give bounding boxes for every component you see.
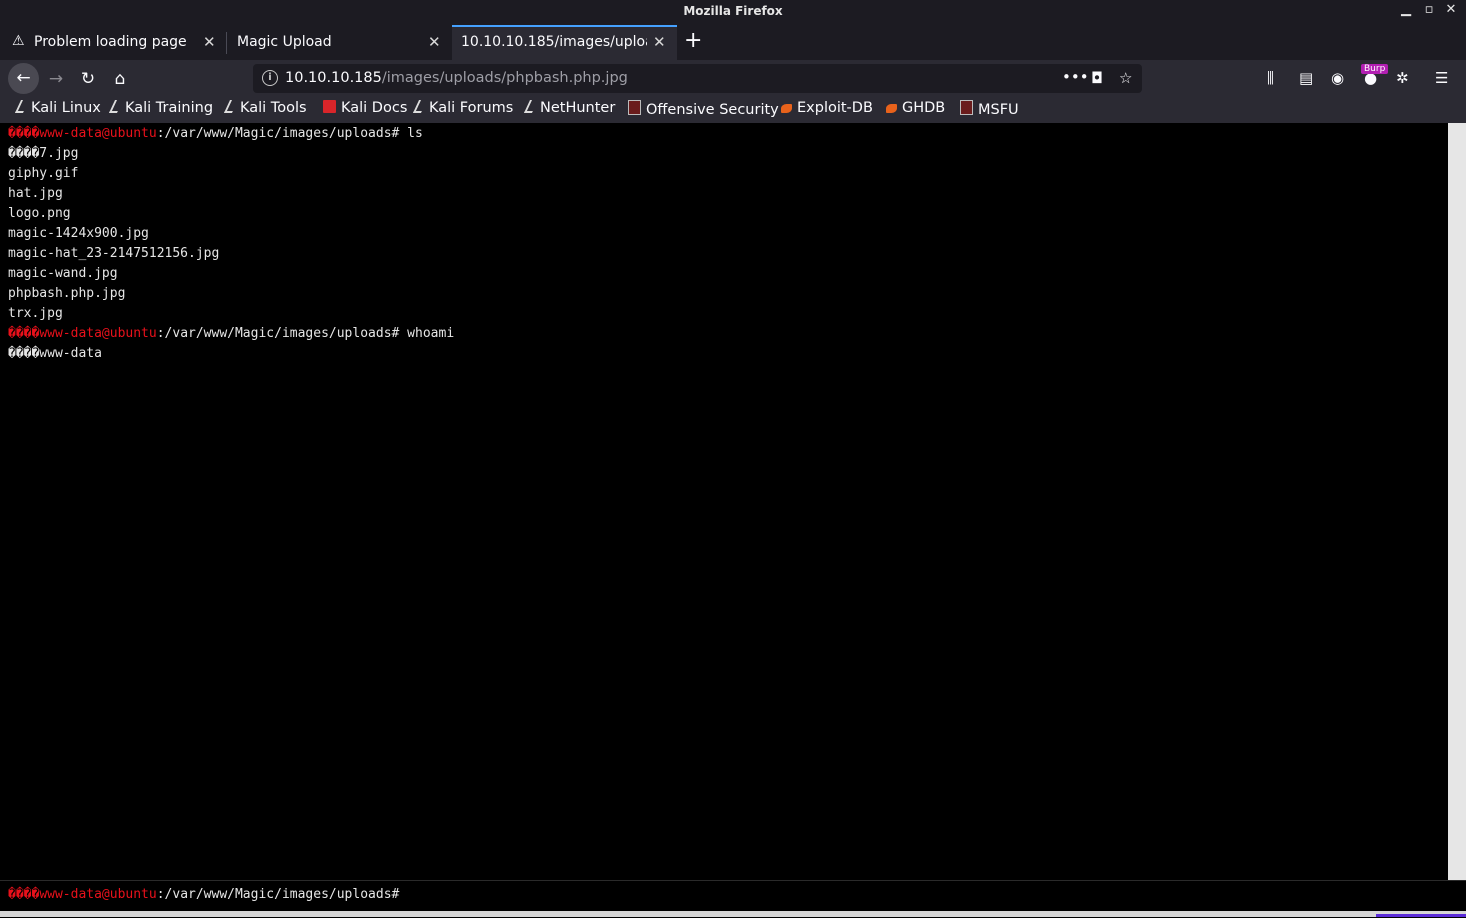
tab-strip: ⚠ Problem loading page ✕ Magic Upload ✕ … xyxy=(0,22,1466,61)
window-titlebar: Mozilla Firefox ▁ ▫ ✕ xyxy=(0,0,1466,22)
close-tab-icon[interactable]: ✕ xyxy=(428,33,441,51)
terminal-line: magic-wand.jpg xyxy=(8,266,118,281)
window-title: Mozilla Firefox xyxy=(683,4,783,18)
terminal-line: ����7.jpg xyxy=(8,146,79,161)
url-text[interactable]: 10.10.10.185/images/uploads/phpbash.php.… xyxy=(285,70,628,86)
bookmark-exploit-db[interactable]: Exploit-DB xyxy=(781,100,873,116)
terminal-line: giphy.gif xyxy=(8,166,79,181)
warning-icon: ⚠ xyxy=(12,33,25,49)
close-tab-icon[interactable]: ✕ xyxy=(203,33,216,51)
bookmark-kali-forums[interactable]: Kali Forums xyxy=(412,100,513,116)
kali-dragon-icon xyxy=(412,100,428,113)
bookmark-kali-training[interactable]: Kali Training xyxy=(108,100,213,116)
pocket-icon[interactable]: ◘ xyxy=(1091,69,1103,87)
account-icon[interactable]: ◉ xyxy=(1331,69,1344,87)
kali-dragon-icon xyxy=(523,100,539,113)
exploit-db-icon xyxy=(886,104,897,113)
tab-magic-upload[interactable]: Magic Upload ✕ xyxy=(227,26,451,60)
reload-button[interactable]: ↻ xyxy=(74,65,102,93)
bookmark-offensive-security[interactable]: Offensive Security xyxy=(628,100,779,118)
tab-label: 10.10.10.185/images/uploads/phpbash.php.… xyxy=(461,34,647,50)
terminal-line: logo.png xyxy=(8,206,71,221)
bookmark-kali-linux[interactable]: Kali Linux xyxy=(14,100,101,116)
bookmarks-toolbar: Kali Linux Kali Training Kali Tools Kali… xyxy=(0,97,1466,123)
terminal-line: phpbash.php.jpg xyxy=(8,286,126,301)
offsec-icon xyxy=(628,100,641,115)
terminal-line: ����www-data@ubuntu:/var/www/Magic/image… xyxy=(8,326,455,341)
terminal-line: magic-hat_23-2147512156.jpg xyxy=(8,246,220,261)
url-bar[interactable]: i 10.10.10.185/images/uploads/phpbash.ph… xyxy=(253,64,1142,93)
kali-dragon-icon xyxy=(14,100,30,113)
bookmark-msfu[interactable]: MSFU xyxy=(960,100,1019,118)
library-icon[interactable]: ⫼ xyxy=(1267,69,1274,87)
tab-label: Problem loading page xyxy=(34,34,187,50)
burp-badge: Burp xyxy=(1361,64,1389,74)
new-tab-button[interactable]: + xyxy=(684,28,702,53)
pdf-icon xyxy=(323,100,336,113)
menu-icon[interactable]: ☰ xyxy=(1435,69,1448,87)
extension-icon[interactable]: ✲ xyxy=(1396,69,1409,87)
forward-button[interactable]: → xyxy=(42,65,70,93)
minimize-icon[interactable]: ▁ xyxy=(1398,2,1414,18)
terminal-line: magic-1424x900.jpg xyxy=(8,226,149,241)
tab-phpbash[interactable]: 10.10.10.185/images/uploads/phpbash.php.… xyxy=(452,25,677,61)
close-icon[interactable]: ✕ xyxy=(1443,2,1459,18)
window-bottom-border xyxy=(0,911,1466,917)
terminal-line: trx.jpg xyxy=(8,306,63,321)
bookmark-ghdb[interactable]: GHDB xyxy=(886,100,945,116)
tab-problem-loading[interactable]: ⚠ Problem loading page ✕ xyxy=(0,26,226,60)
terminal-line: hat.jpg xyxy=(8,186,63,201)
close-tab-icon[interactable]: ✕ xyxy=(653,33,666,51)
bookmark-nethunter[interactable]: NetHunter xyxy=(523,100,615,116)
bookmark-kali-docs[interactable]: Kali Docs xyxy=(323,100,407,116)
command-prompt[interactable]: ����www-data@ubuntu:/var/www/Magic/image… xyxy=(8,887,399,902)
sidebar-icon[interactable]: ▤ xyxy=(1299,69,1313,87)
home-button[interactable]: ⌂ xyxy=(106,65,134,93)
tab-label: Magic Upload xyxy=(237,34,332,50)
back-button[interactable]: ← xyxy=(8,63,39,94)
page-actions-icon[interactable]: ••• xyxy=(1062,68,1089,86)
offsec-icon xyxy=(960,100,973,115)
terminal-line: ����www-data xyxy=(8,346,102,361)
scrollbar[interactable] xyxy=(1448,123,1466,880)
site-info-icon[interactable]: i xyxy=(262,70,278,86)
kali-dragon-icon xyxy=(108,100,124,113)
maximize-icon[interactable]: ▫ xyxy=(1421,2,1437,18)
url-host: 10.10.10.185 xyxy=(285,70,382,86)
kali-dragon-icon xyxy=(223,100,239,113)
url-path: /images/uploads/phpbash.php.jpg xyxy=(381,70,628,86)
bookmark-star-icon[interactable]: ☆ xyxy=(1119,69,1132,87)
terminal-output: ����www-data@ubuntu:/var/www/Magic/image… xyxy=(0,123,1448,880)
terminal-line: ����www-data@ubuntu:/var/www/Magic/image… xyxy=(8,126,423,141)
exploit-db-icon xyxy=(781,104,792,113)
bookmark-kali-tools[interactable]: Kali Tools xyxy=(223,100,307,116)
